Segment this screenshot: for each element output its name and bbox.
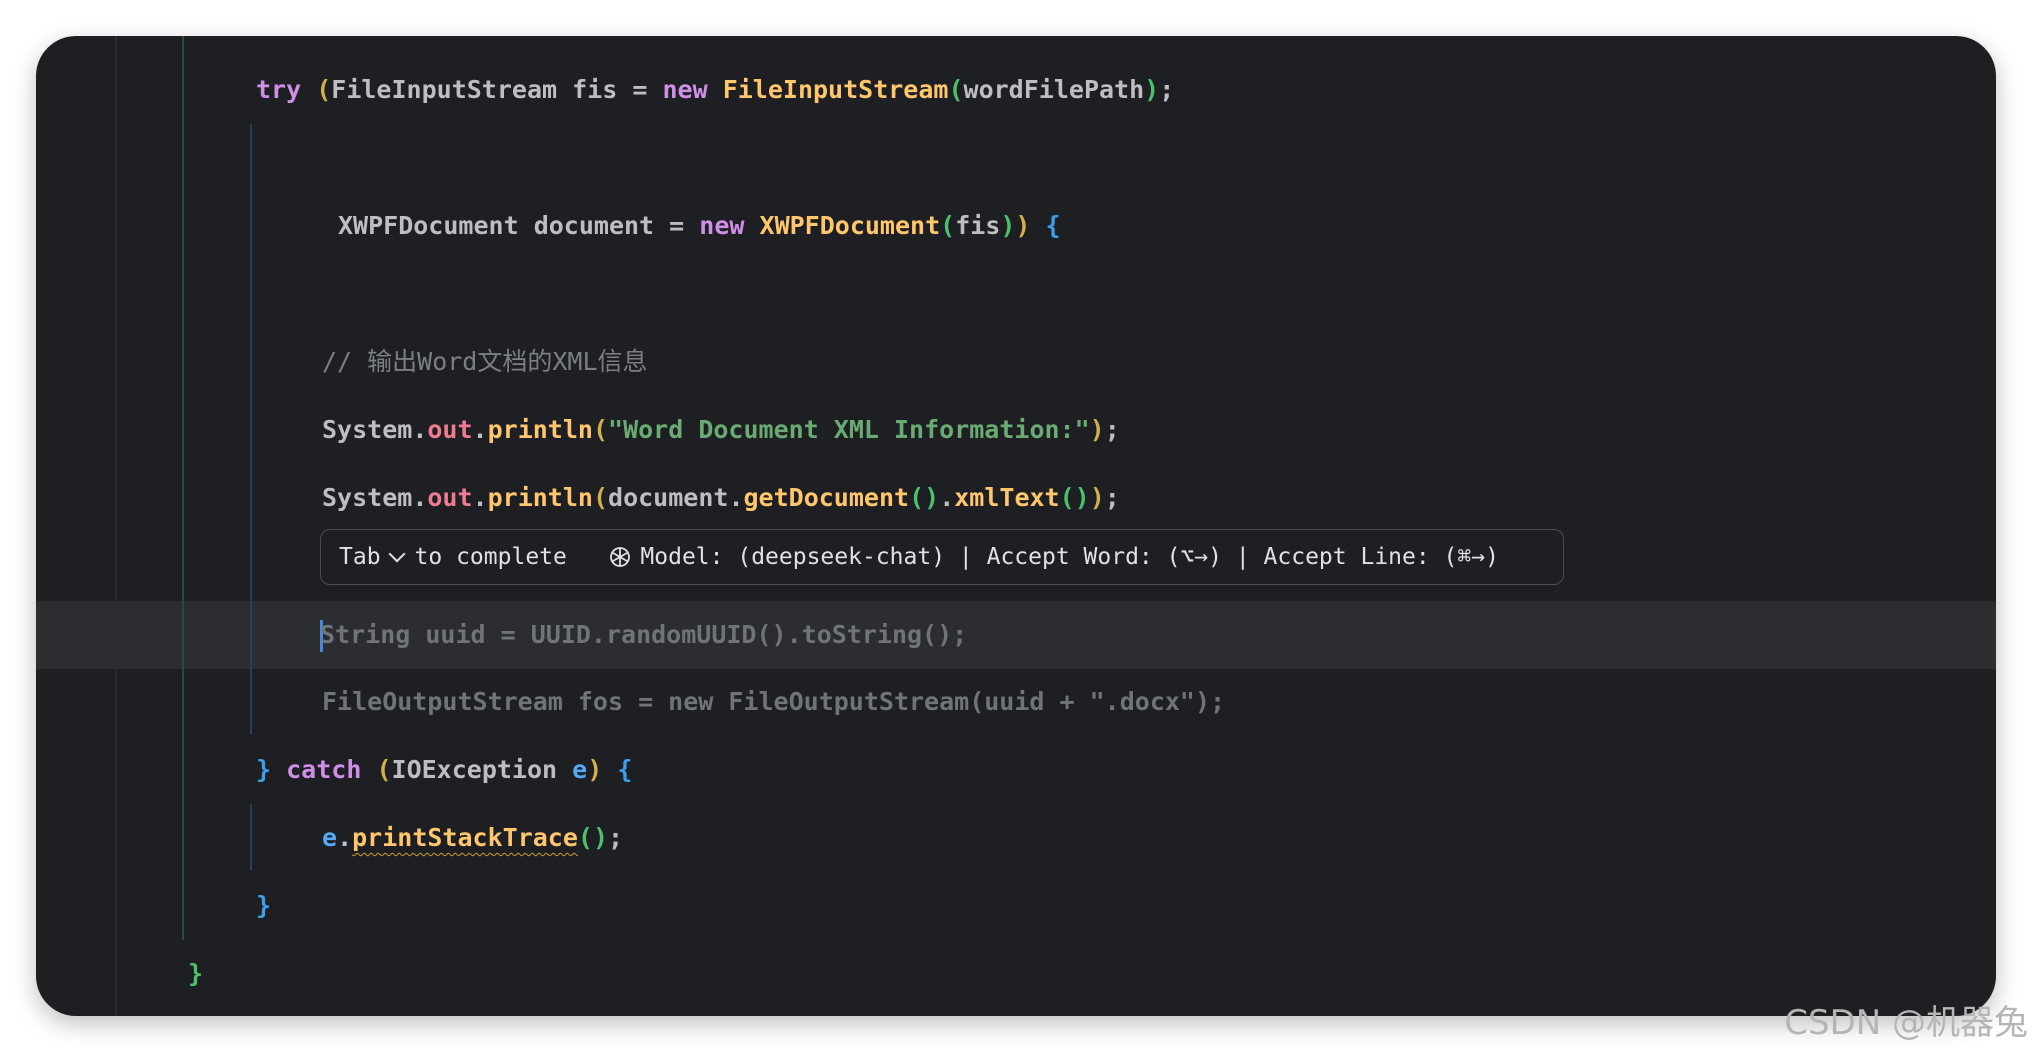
paren: () xyxy=(909,483,940,512)
class-ref: System xyxy=(322,415,413,444)
type-name: IOException xyxy=(391,755,558,784)
keyword-new: new xyxy=(662,75,708,104)
code-line-ghost-fos[interactable]: FileOutputStream fos = new FileOutputStr… xyxy=(36,682,1996,722)
variable: e xyxy=(322,823,338,852)
paren: ( xyxy=(376,755,392,784)
paren: ( xyxy=(316,75,332,104)
type-name: XWPFDocument xyxy=(338,211,519,240)
code-line-close-catch[interactable]: } xyxy=(36,886,1996,926)
ghost-suggestion: String uuid = UUID.randomUUID().toString… xyxy=(320,620,968,649)
method-call-warning[interactable]: printStackTrace xyxy=(352,823,578,852)
model-info-text: Model: (deepseek-chat) | Accept Word: (⌥… xyxy=(640,544,1499,570)
paren: ) xyxy=(1089,483,1105,512)
constructor: FileInputStream xyxy=(722,75,949,104)
paren: ) xyxy=(587,755,603,784)
code-line-catch[interactable]: } catch (IOException e) { xyxy=(36,750,1996,790)
paren: ( xyxy=(592,415,609,444)
argument: wordFilePath xyxy=(963,75,1145,104)
class-ref: System xyxy=(322,483,413,512)
field-ref: out xyxy=(427,415,473,444)
string-literal: "Word Document XML Information:" xyxy=(608,415,1090,444)
paren: ( xyxy=(940,211,956,240)
paren: ) xyxy=(1000,211,1016,240)
dot: . xyxy=(728,483,744,512)
semicolon: ; xyxy=(1104,415,1120,444)
variable: document xyxy=(533,211,655,240)
paren: ) xyxy=(1089,415,1105,444)
brace: { xyxy=(1045,211,1061,240)
paren: ) xyxy=(1015,211,1031,240)
dot: . xyxy=(412,415,428,444)
method-call: println xyxy=(487,415,593,444)
tab-key-label[interactable]: Tab xyxy=(339,544,381,570)
keyword-try: try xyxy=(256,75,302,104)
inline-completion-hint[interactable]: Tab to complete Model: (deepseek-chat) | … xyxy=(320,529,1564,585)
type-name: FileInputStream xyxy=(331,75,558,104)
dot: . xyxy=(337,823,353,852)
field-ref: out xyxy=(427,483,473,512)
method-call: getDocument xyxy=(743,483,910,512)
paren: () xyxy=(577,823,609,852)
paren: ( xyxy=(948,75,964,104)
variable: fis xyxy=(572,75,618,104)
paren: ) xyxy=(1144,75,1160,104)
dot: . xyxy=(472,415,488,444)
code-line-ghost-uuid[interactable]: String uuid = UUID.randomUUID().toString… xyxy=(36,615,1996,655)
paren: ( xyxy=(592,483,609,512)
semicolon: ; xyxy=(608,823,624,852)
brace: { xyxy=(617,755,633,784)
watermark: CSDN @机器兔 xyxy=(1784,1003,2028,1043)
code-line-printstacktrace[interactable]: e.printStackTrace(); xyxy=(36,818,1996,858)
code-line-document[interactable]: XWPFDocument document = new XWPFDocument… xyxy=(36,206,1996,246)
argument: document xyxy=(608,483,729,512)
code-line-comment[interactable]: // 输出Word文档的XML信息 xyxy=(36,342,1996,382)
dot: . xyxy=(472,483,488,512)
brace: } xyxy=(256,891,272,920)
method-call: xmlText xyxy=(954,483,1060,512)
keyword-catch: catch xyxy=(286,755,362,784)
dot: . xyxy=(939,483,955,512)
code-editor-window[interactable]: try (FileInputStream fis = new FileInput… xyxy=(36,36,1996,1016)
ghost-suggestion: FileOutputStream fos = new FileOutputStr… xyxy=(322,687,1226,716)
brace: } xyxy=(188,959,204,988)
code-line-try[interactable]: try (FileInputStream fis = new FileInput… xyxy=(36,70,1996,110)
method-call: println xyxy=(487,483,593,512)
code-line-println-2[interactable]: System.out.println(document.getDocument(… xyxy=(36,478,1996,518)
to-complete-label: to complete xyxy=(414,544,567,570)
keyword-new: new xyxy=(699,211,745,240)
openai-icon xyxy=(610,547,631,567)
code-line-println-1[interactable]: System.out.println("Word Document XML In… xyxy=(36,410,1996,450)
semicolon: ; xyxy=(1104,483,1120,512)
chevron-down-icon[interactable] xyxy=(388,545,406,563)
operator: = xyxy=(632,75,648,104)
dot: . xyxy=(412,483,428,512)
semicolon: ; xyxy=(1159,75,1175,104)
paren: () xyxy=(1059,483,1090,512)
argument: fis xyxy=(955,211,1001,240)
brace: } xyxy=(256,755,272,784)
constructor: XWPFDocument xyxy=(759,211,941,240)
code-comment: // 输出Word文档的XML信息 xyxy=(322,347,648,376)
operator: = xyxy=(669,211,685,240)
indent-guide xyxy=(115,36,117,1016)
code-line-close-method[interactable]: } xyxy=(36,954,1996,994)
variable: e xyxy=(572,755,588,784)
